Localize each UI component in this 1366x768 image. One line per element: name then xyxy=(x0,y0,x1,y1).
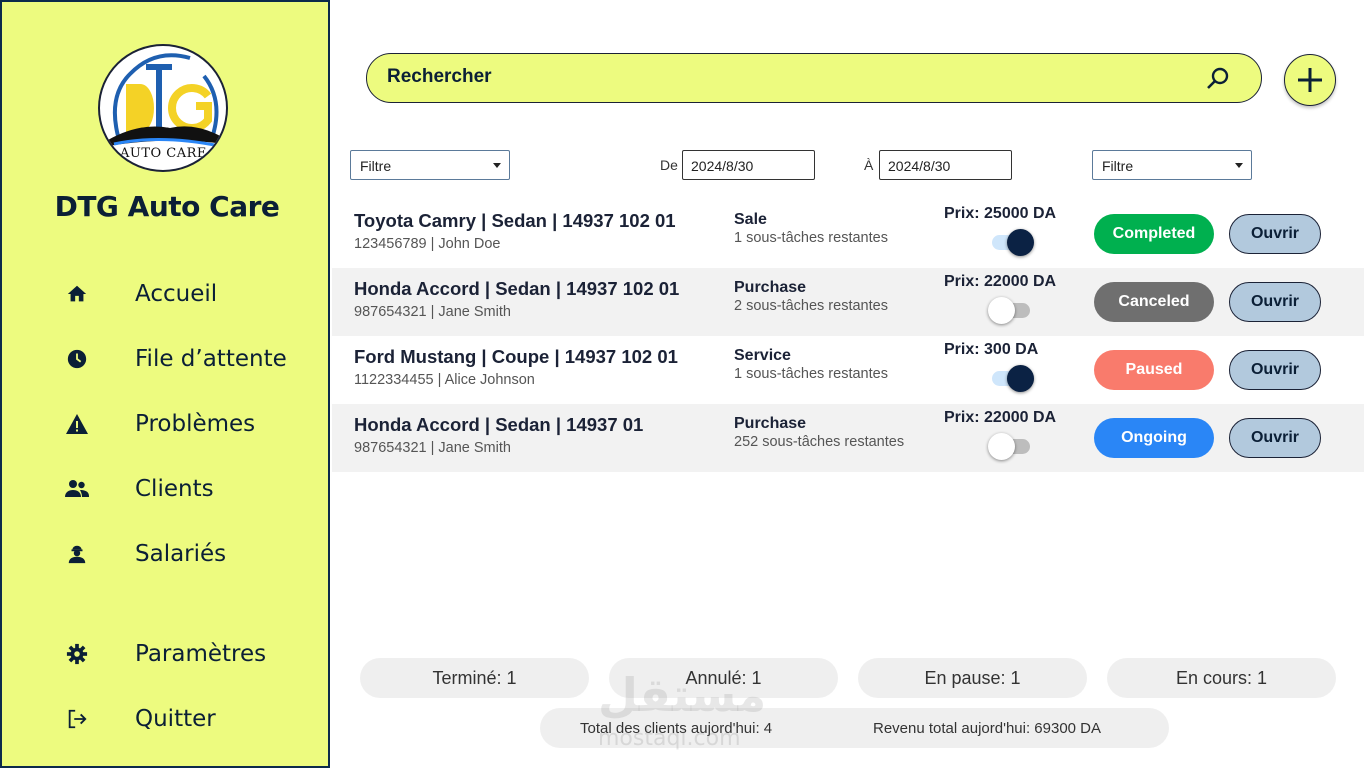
sidebar: AUTO CARE DTG Auto Care Accueil File d’a… xyxy=(0,0,330,768)
toggle-knob xyxy=(988,297,1015,324)
order-client: 123456789 | John Doe xyxy=(354,236,501,252)
order-toggle[interactable] xyxy=(988,363,1034,393)
daily-totals: Total des clients aujord'hui: 4 Revenu t… xyxy=(540,708,1169,748)
brand-logo: AUTO CARE xyxy=(98,44,228,172)
clock-icon xyxy=(62,344,92,374)
sidebar-item-salaries[interactable]: Salariés xyxy=(62,534,226,574)
order-price: Prix: 25000 DA xyxy=(944,205,1057,222)
order-client: 987654321 | Jane Smith xyxy=(354,440,511,456)
stat-ongoing: En cours: 1 xyxy=(1107,658,1336,698)
people-icon xyxy=(62,474,92,504)
filter-select-left[interactable]: Filtre xyxy=(350,150,510,180)
gear-icon xyxy=(62,639,92,669)
filter-select-value: Filtre xyxy=(1102,158,1134,174)
sidebar-item-label: Clients xyxy=(135,476,214,502)
order-row: Honda Accord | Sedan | 14937 01 98765432… xyxy=(332,404,1364,472)
add-button[interactable] xyxy=(1284,54,1336,106)
toggle-knob xyxy=(1007,365,1034,392)
sidebar-item-label: Accueil xyxy=(135,281,218,307)
status-badge: Completed xyxy=(1094,214,1214,254)
order-title: Ford Mustang | Coupe | 14937 102 01 xyxy=(354,346,678,367)
order-row: Ford Mustang | Coupe | 14937 102 01 1122… xyxy=(332,336,1364,404)
plus-icon xyxy=(1298,68,1322,92)
open-button[interactable]: Ouvrir xyxy=(1229,282,1321,322)
to-date-input[interactable]: 2024/8/30 xyxy=(879,150,1012,180)
order-remaining-tasks: 1 sous-tâches restantes xyxy=(734,230,888,246)
logo-text: AUTO CARE xyxy=(120,146,207,161)
sidebar-item-problemes[interactable]: Problèmes xyxy=(62,404,255,444)
order-remaining-tasks: 2 sous-tâches restantes xyxy=(734,298,888,314)
status-badge: Canceled xyxy=(1094,282,1214,322)
order-row: Honda Accord | Sedan | 14937 102 01 9876… xyxy=(332,268,1364,336)
stat-canceled: Annulé: 1 xyxy=(609,658,838,698)
stat-paused: En pause: 1 xyxy=(858,658,1087,698)
sidebar-item-label: File d’attente xyxy=(135,346,287,372)
order-price: Prix: 300 DA xyxy=(944,341,1039,358)
sidebar-item-file-attente[interactable]: File d’attente xyxy=(62,339,287,379)
brand-name: DTG Auto Care xyxy=(54,190,280,223)
order-type: Sale xyxy=(734,211,767,228)
order-client: 987654321 | Jane Smith xyxy=(354,304,511,320)
sidebar-item-clients[interactable]: Clients xyxy=(62,469,214,509)
status-badge: Paused xyxy=(1094,350,1214,390)
order-toggle[interactable] xyxy=(988,227,1034,257)
to-date-label: À xyxy=(864,157,874,173)
total-clients: Total des clients aujord'hui: 4 xyxy=(580,720,773,737)
total-revenue: Revenu total aujord'hui: 69300 DA xyxy=(873,720,1102,737)
sidebar-item-accueil[interactable]: Accueil xyxy=(62,274,217,314)
sidebar-item-label: Problèmes xyxy=(135,411,256,437)
order-title: Honda Accord | Sedan | 14937 01 xyxy=(354,414,644,435)
sidebar-item-quitter[interactable]: Quitter xyxy=(62,699,216,739)
sidebar-item-parametres[interactable]: Paramètres xyxy=(62,634,266,674)
open-button[interactable]: Ouvrir xyxy=(1229,214,1321,254)
order-type: Purchase xyxy=(734,415,807,432)
open-button[interactable]: Ouvrir xyxy=(1229,350,1321,390)
filter-select-right[interactable]: Filtre xyxy=(1092,150,1252,180)
order-type: Service xyxy=(734,347,791,364)
order-toggle[interactable] xyxy=(988,295,1034,325)
sidebar-item-label: Salariés xyxy=(135,541,227,567)
search-input[interactable]: Rechercher xyxy=(387,66,492,88)
chevron-down-icon xyxy=(1235,163,1243,168)
order-toggle[interactable] xyxy=(988,431,1034,461)
open-button[interactable]: Ouvrir xyxy=(1229,418,1321,458)
worker-icon xyxy=(62,539,92,569)
warning-icon xyxy=(62,409,92,439)
order-remaining-tasks: 252 sous-tâches restantes xyxy=(734,434,905,450)
order-remaining-tasks: 1 sous-tâches restantes xyxy=(734,366,888,382)
filter-select-value: Filtre xyxy=(360,158,392,174)
order-price: Prix: 22000 DA xyxy=(944,409,1057,426)
order-client: 1122334455 | Alice Johnson xyxy=(354,372,535,388)
from-date-input[interactable]: 2024/8/30 xyxy=(682,150,815,180)
order-title: Toyota Camry | Sedan | 14937 102 01 xyxy=(354,210,676,231)
search-icon[interactable] xyxy=(1205,66,1231,92)
logout-icon xyxy=(62,704,92,734)
order-row: Toyota Camry | Sedan | 14937 102 01 1234… xyxy=(332,200,1364,268)
order-price: Prix: 22000 DA xyxy=(944,273,1057,290)
status-badge: Ongoing xyxy=(1094,418,1214,458)
order-type: Purchase xyxy=(734,279,807,296)
order-title: Honda Accord | Sedan | 14937 102 01 xyxy=(354,278,680,299)
sidebar-item-label: Paramètres xyxy=(135,641,267,667)
stat-completed: Terminé: 1 xyxy=(360,658,589,698)
search-bar[interactable]: Rechercher xyxy=(366,53,1262,103)
chevron-down-icon xyxy=(493,163,501,168)
sidebar-item-label: Quitter xyxy=(135,706,216,732)
toggle-knob xyxy=(1007,229,1034,256)
home-icon xyxy=(62,279,92,309)
toggle-knob xyxy=(988,433,1015,460)
from-date-label: De xyxy=(660,157,678,173)
